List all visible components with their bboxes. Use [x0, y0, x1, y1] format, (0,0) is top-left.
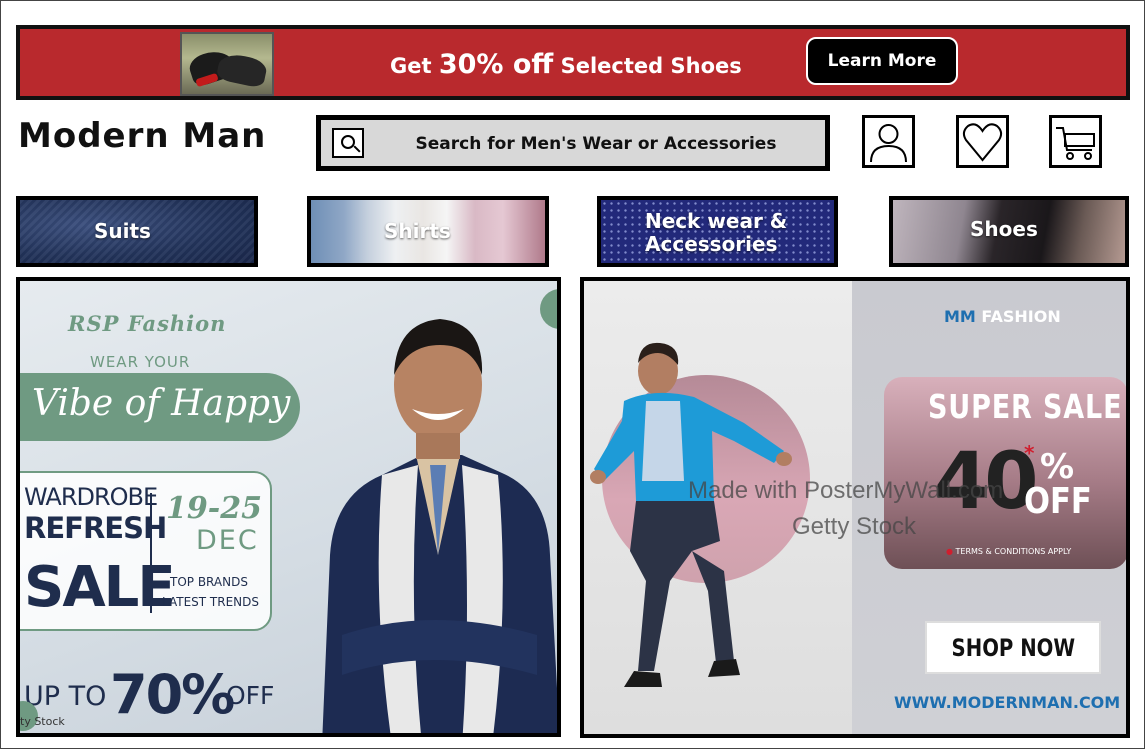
category-shirts[interactable]: Shirts — [307, 196, 549, 267]
promo-poster-mm-fashion[interactable]: MM FASHION SUPER SALE 40 * % OFF ● TERMS… — [580, 277, 1130, 738]
divider — [150, 493, 152, 613]
stock-credit: ty Stock — [20, 715, 65, 728]
promo-poster-rsp-fashion[interactable]: RSP Fashion WEAR YOUR Vibe of Happy WARD… — [16, 277, 561, 737]
sale-month: DEC — [196, 525, 259, 556]
learn-more-button[interactable]: Learn More — [806, 37, 958, 85]
category-suits[interactable]: Suits — [16, 196, 258, 267]
heart-icon[interactable] — [956, 115, 1009, 168]
category-neckwear-accessories[interactable]: Neck wear & Accessories — [597, 196, 838, 267]
category-label: Shoes — [970, 217, 1038, 241]
shop-now-button[interactable]: SHOP NOW — [925, 621, 1101, 674]
wardrobe-text: WARDROBE — [24, 483, 158, 511]
asterisk: * — [1024, 441, 1035, 465]
watermark: Getty Stock — [792, 513, 917, 540]
poster-brand: MM FASHION — [944, 307, 1061, 326]
category-label: Suits — [94, 219, 151, 243]
sale-info-box: WARDROBE REFRESH SALE 19-25 DEC TOP BRAN… — [20, 471, 272, 631]
search-input[interactable] — [381, 130, 811, 158]
discount-percent: 70% — [110, 663, 235, 726]
search-bar[interactable] — [316, 115, 830, 171]
promo-headline: Get 30% off Selected Shoes — [390, 49, 742, 80]
terms-text: ● TERMS & CONDITIONS APPLY — [946, 547, 1072, 556]
latest-trends-text: LATEST TRENDS — [162, 595, 259, 609]
off-text: OFF — [1024, 481, 1092, 522]
promo-discount: 30% off — [438, 49, 554, 80]
cart-icon[interactable] — [1049, 115, 1102, 168]
sale-dates: 19-25 — [166, 491, 262, 526]
category-label: Neck wear & Accessories — [645, 209, 788, 256]
site-logo[interactable]: Modern Man — [18, 116, 266, 156]
off-text: OFF — [226, 681, 275, 710]
top-brands-text: TOP BRANDS — [170, 575, 248, 589]
watermark: Made with PosterMyWall.com — [688, 477, 1004, 504]
poster-vibe-banner: Vibe of Happy — [20, 373, 300, 441]
search-icon[interactable] — [332, 128, 364, 158]
category-shoes[interactable]: Shoes — [889, 196, 1129, 267]
super-sale-text: SUPER SALE — [928, 387, 1123, 426]
website-url[interactable]: WWW.MODERNMAN.COM — [894, 693, 1120, 712]
promo-banner[interactable]: Get 30% off Selected Shoes Learn More — [16, 25, 1130, 100]
super-sale-box: SUPER SALE 40 * % OFF ● TERMS & CONDITIO… — [884, 377, 1126, 569]
refresh-text: REFRESH — [24, 511, 167, 545]
poster-tagline: WEAR YOUR — [90, 353, 191, 371]
poster-brand: RSP Fashion — [68, 311, 227, 336]
smiling-man-photo — [322, 319, 557, 733]
user-icon[interactable] — [862, 115, 915, 168]
up-to-text: UP TO — [24, 681, 107, 712]
dress-shoes-thumbnail — [180, 32, 274, 96]
category-label: Shirts — [384, 219, 451, 243]
